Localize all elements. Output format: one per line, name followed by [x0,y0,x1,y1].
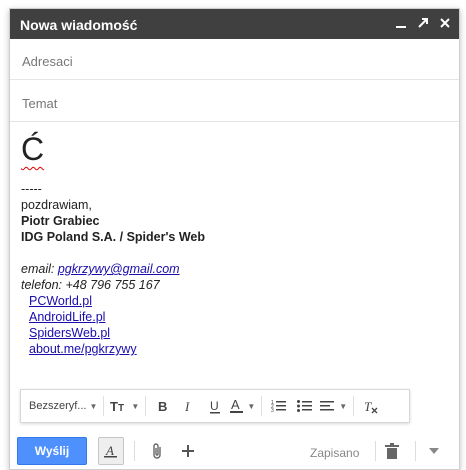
svg-text:I: I [184,399,190,413]
subject-field [10,82,459,122]
signature-link[interactable]: SpidersWeb.pl [29,326,110,340]
toolbar-divider [353,396,355,416]
svg-text:T: T [364,399,372,414]
toolbar-divider [261,396,263,416]
bottom-divider [375,441,376,461]
svg-text:B: B [158,399,167,413]
text-size-icon: TT [110,399,124,413]
toolbar-divider [145,396,147,416]
subject-input[interactable] [20,92,444,114]
align-left-icon [320,401,335,411]
chevron-down-icon [429,448,439,454]
svg-text:T: T [118,403,124,413]
insert-more-button[interactable] [178,437,198,465]
signature-link[interactable]: about.me/pgkrzywy [29,342,137,356]
italic-button[interactable]: I [178,394,200,418]
bold-icon: B [158,399,167,413]
bulleted-list-icon [297,400,313,412]
titlebar-controls [393,13,453,33]
bulleted-list-button[interactable] [294,394,316,418]
compose-bottom-bar: Wyślij A Zapisano [10,432,459,469]
font-family-label: Bezszeryf... [29,400,87,412]
signature-greeting: pozdrawiam, [21,198,92,212]
underline-icon: U [210,399,221,413]
send-button[interactable]: Wyślij [17,437,87,465]
message-body[interactable]: Ć ----- pozdrawiam, Piotr Grabiec IDG Po… [21,131,441,357]
bottom-divider [134,441,135,461]
recipients-input[interactable] [20,50,444,72]
formatting-toolbar: Bezszeryf... ▼ TT ▼ B I U A ▼ 123 ▼ T [20,389,410,423]
compose-titlebar[interactable]: Nowa wiadomość [10,9,459,39]
bold-button[interactable]: B [152,394,174,418]
body-big-char: Ć [21,131,45,167]
toolbar-divider [103,396,105,416]
chevron-down-icon: ▼ [339,401,348,411]
remove-formatting-icon: T [364,399,378,414]
svg-text:3: 3 [271,408,274,413]
chevron-down-icon: ▼ [247,401,256,411]
more-options-button[interactable] [424,437,444,465]
close-icon[interactable] [437,13,453,33]
svg-text:U: U [210,399,219,413]
svg-text:A: A [105,443,114,458]
saved-status: Zapisano [310,446,360,460]
trash-icon [385,443,399,459]
signature-company: IDG Poland S.A. / Spider's Web [21,230,206,244]
compose-title: Nowa wiadomość [20,17,138,33]
text-color-dropdown[interactable]: A ▼ [230,394,255,418]
bottom-divider [415,441,416,461]
underline-button[interactable]: U [204,394,226,418]
email-link[interactable]: pgkrzywy@gmail.com [58,262,180,276]
chevron-down-icon: ▼ [131,401,140,411]
font-family-dropdown[interactable]: Bezszeryf... ▼ [29,394,97,418]
signature-link[interactable]: PCWorld.pl [29,294,92,308]
italic-icon: I [184,399,190,413]
svg-text:A: A [231,398,240,412]
formatting-toggle-button[interactable]: A [98,437,124,465]
discard-button[interactable] [382,437,402,465]
remove-formatting-button[interactable]: T [360,394,382,418]
signature-links: PCWorld.pl AndroidLife.pl SpidersWeb.pl … [21,293,441,357]
paperclip-icon [153,443,161,459]
text-color-icon: A [230,398,244,413]
signature-email-line: email: pgkrzywy@gmail.com [21,261,441,277]
numbered-list-button[interactable]: 123 [268,394,290,418]
chevron-down-icon: ▼ [89,401,98,411]
signature-separator: ----- [21,182,42,196]
signature-link[interactable]: AndroidLife.pl [29,310,105,324]
plus-icon [182,445,194,457]
signature-phone: telefon: +48 796 755 167 [21,278,160,292]
signature-gap [21,245,441,261]
minimize-icon[interactable] [393,13,409,33]
font-size-dropdown[interactable]: TT ▼ [110,394,139,418]
align-dropdown[interactable]: ▼ [320,394,347,418]
signature-name: Piotr Grabiec [21,214,100,228]
recipients-field [10,40,459,80]
numbered-list-icon: 123 [271,400,287,413]
email-label: email: [21,262,58,276]
compose-window: Nowa wiadomość Ć ----- pozdrawiam, Piotr… [9,8,460,470]
popout-icon[interactable] [415,13,431,33]
svg-text:T: T [110,399,118,413]
text-format-icon: A [104,443,117,458]
attach-button[interactable] [148,437,168,465]
